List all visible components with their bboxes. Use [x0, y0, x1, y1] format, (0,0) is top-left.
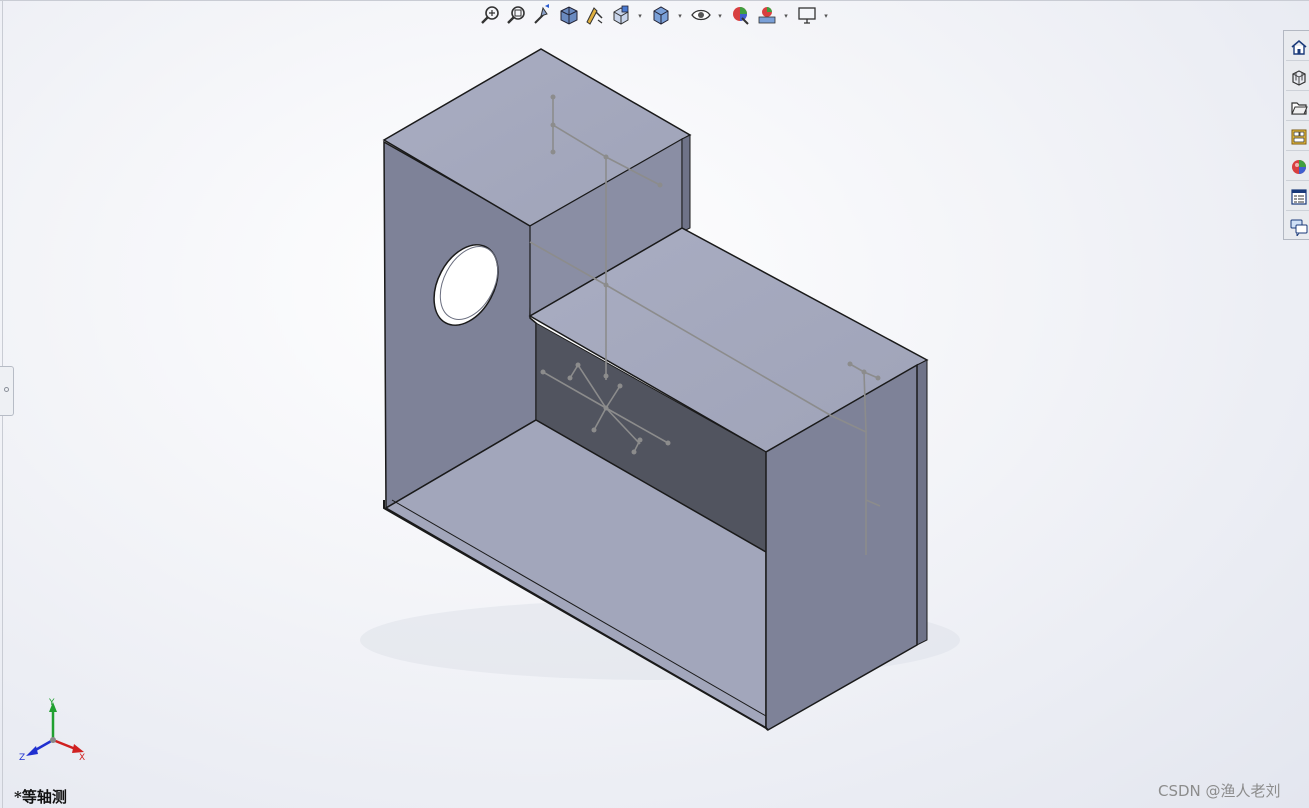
upper-block-back-edge: [681, 134, 691, 233]
triad-z-label: Z: [19, 753, 25, 763]
forum-icon[interactable]: [1286, 213, 1309, 241]
graphics-viewport[interactable]: ▾ ▾ ▾ ▾ ▾ Y X Z *等轴测 CSDN @渔人老刘: [0, 0, 1309, 808]
design-library-icon[interactable]: [1286, 63, 1309, 91]
apply-scene-caret-icon[interactable]: ▾: [782, 12, 790, 20]
view-palette-icon[interactable]: [1286, 123, 1309, 151]
custom-properties-icon[interactable]: [1286, 183, 1309, 211]
section-view-icon[interactable]: [558, 4, 580, 26]
hide-show-items-icon[interactable]: [690, 4, 712, 26]
view-orientation-label: *等轴测: [14, 788, 67, 806]
display-style-icon[interactable]: [650, 4, 672, 26]
3d-model-part[interactable]: [0, 0, 1309, 808]
hide-show-caret-icon[interactable]: ▾: [716, 12, 724, 20]
triad-y-label: Y: [48, 698, 55, 708]
display-style-caret-icon[interactable]: ▾: [676, 12, 684, 20]
zoom-to-area-icon[interactable]: [506, 4, 528, 26]
feature-manager-collapse-handle[interactable]: [0, 366, 14, 416]
apply-scene-icon[interactable]: [756, 4, 778, 26]
back-wall-right-edge: [916, 359, 928, 646]
task-pane-tabs: [1283, 30, 1309, 240]
edit-appearance-icon[interactable]: [730, 4, 752, 26]
zoom-to-fit-icon[interactable]: [480, 4, 502, 26]
view-orientation-icon[interactable]: [610, 4, 632, 26]
file-explorer-icon[interactable]: [1286, 93, 1309, 121]
appearances-scenes-icon[interactable]: [1286, 153, 1309, 181]
heads-up-view-toolbar: ▾ ▾ ▾ ▾ ▾: [480, 4, 832, 28]
triad-x-label: X: [79, 753, 85, 763]
view-settings-icon[interactable]: [796, 4, 818, 26]
previous-view-icon[interactable]: [532, 4, 554, 26]
view-orientation-caret-icon[interactable]: ▾: [636, 12, 644, 20]
home-icon[interactable]: [1286, 33, 1309, 61]
reference-triad: Y X Z: [19, 698, 85, 763]
dynamic-annotation-views-icon[interactable]: [584, 4, 606, 26]
view-settings-caret-icon[interactable]: ▾: [822, 12, 830, 20]
watermark-text: CSDN @渔人老刘: [1158, 782, 1281, 800]
